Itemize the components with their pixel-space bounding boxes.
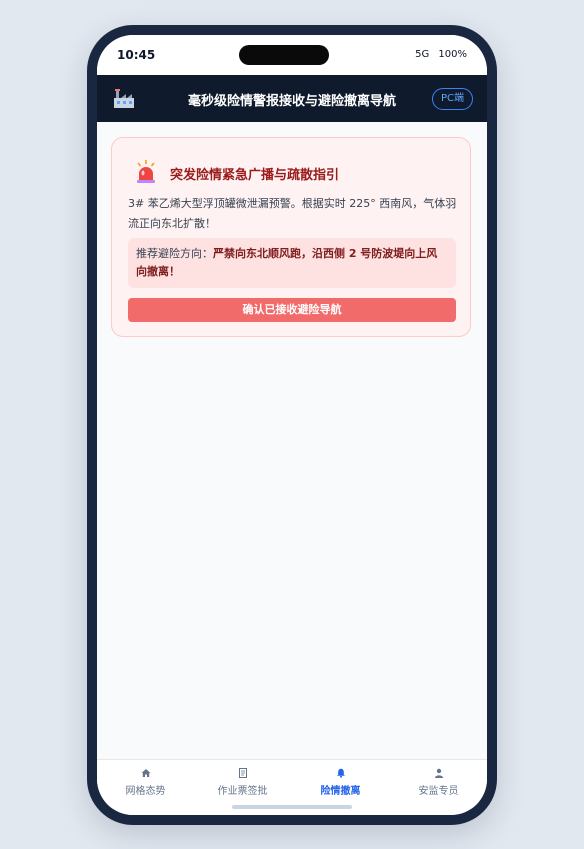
emergency-alert-card: 突发险情紧急广播与疏散指引 3# 苯乙烯大型浮顶罐微泄漏预警。根据实时 225°… <box>111 137 471 337</box>
phone-screen: 10:45 5G 100% 毫秒级险情警报接收与避险撤离导航 PC端 突发险情紧… <box>97 35 487 815</box>
home-indicator <box>232 805 352 809</box>
phone-frame: 10:45 5G 100% 毫秒级险情警报接收与避险撤离导航 PC端 突发险情紧… <box>87 25 497 825</box>
user-icon <box>434 768 443 778</box>
status-indicators: 5G 100% <box>415 49 467 60</box>
status-bar: 10:45 5G 100% <box>97 35 487 75</box>
network-indicator: 5G <box>415 49 430 60</box>
alert-title: 突发险情紧急广播与疏散指引 <box>170 168 340 183</box>
home-icon <box>141 769 150 777</box>
status-time: 10:45 <box>117 48 156 62</box>
app-header: 毫秒级险情警报接收与避险撤离导航 PC端 <box>97 75 487 122</box>
camera-notch <box>239 45 329 65</box>
tab-label: 网格态势 <box>125 786 166 797</box>
siren-icon <box>137 160 155 183</box>
confirm-received-button[interactable]: 确认已接收避险导航 <box>128 298 456 322</box>
evacuation-advice: 推荐避险方向：严禁向东北顺风跑，沿西侧 2 号防波堤向上风向撤离！ <box>128 238 456 288</box>
battery-indicator: 100% <box>438 49 467 60</box>
tab-label: 险情撤离 <box>320 786 361 797</box>
alert-message: 3# 苯乙烯大型浮顶罐微泄漏预警。根据实时 225° 西南风，气体羽流正向东北扩… <box>128 197 457 230</box>
bell-icon <box>336 768 345 778</box>
tab-safety-officer[interactable]: 安监专员 <box>390 768 487 812</box>
document-icon <box>238 768 247 778</box>
page-title: 毫秒级险情警报接收与避险撤离导航 <box>187 94 396 109</box>
tab-label: 作业票签批 <box>217 786 268 797</box>
tab-label: 安监专员 <box>418 786 459 797</box>
pc-switch-button[interactable]: PC端 <box>431 88 473 110</box>
tab-grid-situation[interactable]: 网格态势 <box>97 768 194 812</box>
advice-label: 推荐避险方向： <box>136 247 213 260</box>
